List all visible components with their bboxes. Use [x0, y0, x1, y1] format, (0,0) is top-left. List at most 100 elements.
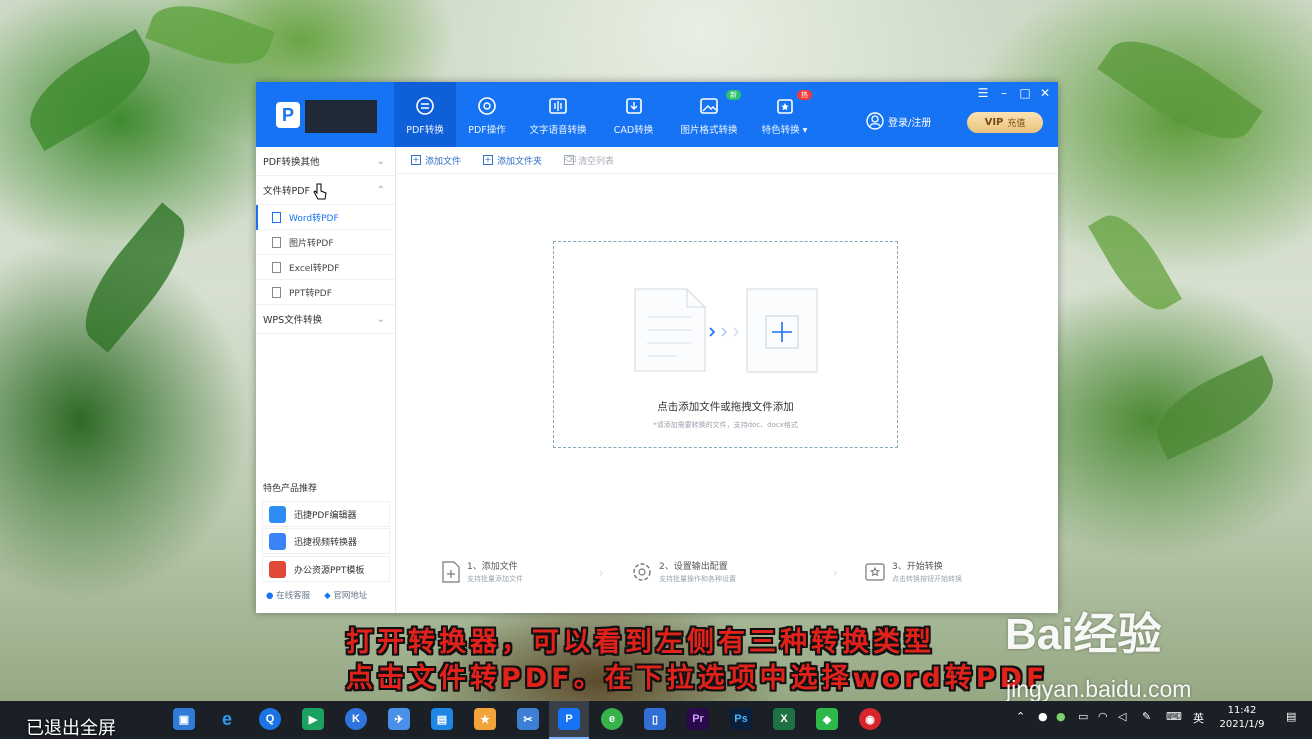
tab-label: 文字语音转换 [529, 125, 587, 136]
step-title: 2、设置输出配置 [659, 562, 728, 572]
chevron-right-icon: › [833, 566, 838, 580]
edge-icon[interactable]: e [216, 708, 238, 730]
drop-zone-text: 点击添加文件或拖拽文件添加 [657, 401, 794, 413]
menu-icon[interactable]: ☰ [976, 86, 990, 100]
tab-image-convert[interactable]: 新 图片格式转换 [669, 82, 749, 147]
step-subtitle: 支持批量添加文件 [467, 575, 523, 583]
sidebar-item-label: 图片转PDF [289, 238, 334, 249]
step-subtitle: 点击转换按钮开始转换 [892, 575, 962, 583]
box-app-icon[interactable]: ◆ [816, 708, 838, 730]
wifi-icon[interactable]: ◠ [1098, 710, 1108, 723]
trash-icon: ⌫ [564, 155, 577, 165]
pdf-operate-icon [478, 97, 496, 115]
feature-icon [776, 99, 793, 114]
system-clock[interactable]: 11:42 2021/1/9 [1214, 704, 1270, 732]
category-wps-convert[interactable]: WPS文件转换 ⌄ [256, 305, 395, 334]
tab-voice-convert[interactable]: 文字语音转换 [518, 82, 598, 147]
sidebar-item-ppt-to-pdf[interactable]: PPT转PDF [256, 280, 395, 305]
website-link[interactable]: ◆ 官网地址 [324, 589, 367, 601]
tray-app-icon[interactable]: ● [1038, 710, 1048, 723]
minimize-icon[interactable]: – [997, 86, 1011, 100]
step-start-convert: 3、开始转换点击转换按钮开始转换 [864, 559, 962, 584]
add-file-step-icon [442, 560, 460, 583]
battery-icon[interactable]: ▭ [1078, 710, 1088, 723]
category-label: 文件转PDF [263, 186, 311, 197]
tab-pdf-operate[interactable]: PDF操作 [456, 82, 518, 147]
clear-list-label: 清空列表 [578, 156, 615, 167]
new-badge: 新 [726, 90, 741, 100]
wechat-icon[interactable]: ● [1056, 710, 1066, 723]
tab-label: 特色转换 ▾ [761, 125, 808, 136]
volume-icon[interactable]: ◁ [1118, 710, 1126, 723]
kugou-icon[interactable]: K [345, 708, 367, 730]
clear-list-button[interactable]: ⌫ 清空列表 [564, 154, 614, 167]
sidebar-item-word-to-pdf[interactable]: Word转PDF [256, 205, 395, 230]
360-browser-icon[interactable]: e [601, 708, 623, 730]
phone-app-icon[interactable]: ▯ [644, 708, 666, 730]
tab-pdf-convert[interactable]: PDF转换 [394, 82, 456, 147]
step-add-file: 1、添加文件 支持批量添加文件 [441, 559, 523, 584]
excel-icon[interactable]: X [773, 708, 795, 730]
tab-feature-convert[interactable]: 热 特色转换 ▾ [749, 82, 820, 147]
tab-cad-convert[interactable]: CAD转换 [598, 82, 669, 147]
pdf-converter-taskbar-icon[interactable]: P [558, 708, 580, 730]
browser-icon[interactable]: Q [259, 708, 281, 730]
rec-video-converter[interactable]: 迅捷视频转换器 [262, 528, 390, 554]
maximize-icon[interactable]: □ [1018, 86, 1032, 100]
sidebar-item-image-to-pdf[interactable]: 图片转PDF [256, 230, 395, 255]
add-file-icon: + [411, 155, 421, 165]
bird-app-icon[interactable]: ✈ [388, 708, 410, 730]
file-drop-zone[interactable]: 点击添加文件或拖拽文件添加 *请添加需要转换的文件，支持doc、docx格式 [553, 241, 898, 448]
pdf-convert-icon [416, 97, 434, 115]
category-label: PDF转换其他 [263, 157, 320, 168]
user-icon [866, 112, 884, 130]
online-service-link[interactable]: ● 在线客服 [266, 589, 310, 601]
netease-music-icon[interactable]: ◉ [859, 708, 881, 730]
step-subtitle: 支持批量操作和各种设置 [659, 575, 736, 583]
game-app-icon[interactable]: ★ [474, 708, 496, 730]
vip-recharge-button[interactable]: VIP 充值 [967, 112, 1043, 133]
image-file-icon [272, 236, 281, 248]
pen-icon[interactable]: ✎ [1142, 710, 1151, 723]
category-pdf-to-other[interactable]: PDF转换其他 ⌄ [256, 147, 395, 176]
background-leaf [145, 0, 275, 80]
sidebar-item-label: Word转PDF [289, 213, 339, 224]
screenshot-icon[interactable]: ✂ [517, 708, 539, 730]
caption-line-2: 点击文件转PDF。在下拉选项中选择word转PDF [346, 663, 1049, 694]
add-folder-label: 添加文件夹 [497, 156, 543, 167]
notification-icon[interactable]: ▤ [1286, 710, 1296, 723]
login-link[interactable]: 登录/注册 [866, 112, 931, 130]
caption-line-1: 打开转换器，可以看到左侧有三种转换类型 [346, 627, 935, 658]
sidebar-item-excel-to-pdf[interactable]: Excel转PDF [256, 255, 395, 280]
step-title: 3、开始转换 [892, 562, 943, 572]
step-title: 1、添加文件 [467, 562, 518, 572]
photoshop-icon[interactable]: Ps [730, 708, 752, 730]
rec-ppt-templates[interactable]: 办公资源PPT模板 [262, 556, 390, 582]
background-leaf [1097, 19, 1263, 161]
ppt-file-icon [272, 286, 281, 298]
app-logo-redacted [305, 100, 377, 133]
rec-pdf-editor[interactable]: 迅捷PDF编辑器 [262, 501, 390, 527]
keyboard-icon[interactable]: ⌨ [1166, 710, 1182, 723]
ppt-template-icon [269, 560, 286, 578]
store-icon[interactable]: ▣ [173, 708, 195, 730]
add-folder-button[interactable]: + 添加文件夹 [483, 154, 542, 167]
chevron-down-icon: ⌄ [376, 155, 385, 167]
chevron-up-icon[interactable]: ⌃ [1016, 710, 1025, 723]
close-icon[interactable]: ✕ [1038, 86, 1052, 100]
globe-icon: ◆ [324, 591, 331, 601]
login-label: 登录/注册 [888, 117, 932, 129]
rec-label: 迅捷PDF编辑器 [294, 510, 357, 521]
tab-label: PDF操作 [468, 125, 506, 136]
sidebar-item-label: Excel转PDF [289, 263, 340, 274]
baidu-jingyan-logo: Bai经验 [1005, 598, 1161, 662]
ime-indicator[interactable]: 英 [1193, 710, 1204, 726]
image-icon [700, 98, 718, 114]
add-file-button[interactable]: + 添加文件 [411, 154, 461, 167]
media-player-icon[interactable]: ▶ [302, 708, 324, 730]
tv-app-icon[interactable]: ▤ [431, 708, 453, 730]
step-output-settings: 2、设置输出配置 支持批量操作和各种设置 [631, 559, 736, 584]
chevron-up-icon: ⌃ [376, 184, 385, 196]
steps-guide: 1、添加文件 支持批量添加文件 › 2、设置输出配置 支持批量操作和各种设置 › 3… [441, 554, 1001, 594]
premiere-icon[interactable]: Pr [687, 708, 709, 730]
